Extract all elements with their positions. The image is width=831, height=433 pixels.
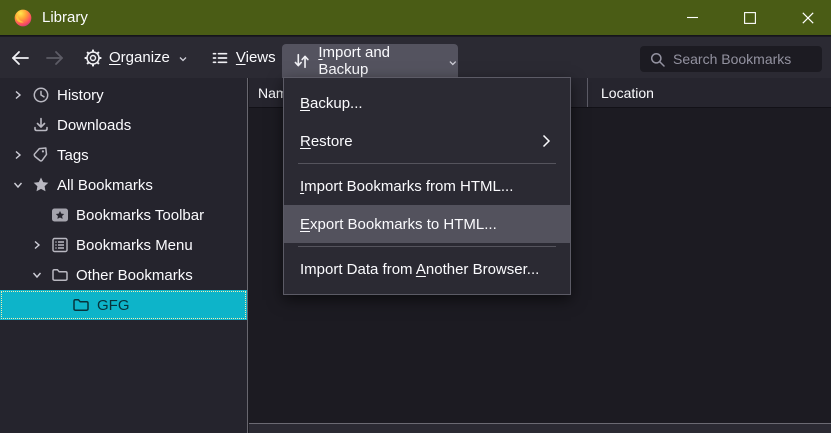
sidebar-item-downloads[interactable]: Downloads	[0, 110, 247, 140]
clock-icon	[33, 87, 49, 103]
toolbar: Organize Views Import and Backup	[0, 37, 831, 78]
menu-item-restore[interactable]: Restore	[284, 122, 570, 160]
search-icon	[650, 52, 665, 67]
expander-placeholder	[12, 119, 24, 131]
sidebar-item-label: History	[57, 86, 104, 104]
window-title: Library	[42, 9, 88, 26]
sidebar-item-label: Other Bookmarks	[76, 266, 193, 284]
firefox-logo-icon	[14, 9, 32, 26]
chevron-right-icon[interactable]	[12, 89, 24, 101]
organize-button[interactable]: Organize	[84, 49, 188, 67]
sidebar-item-history[interactable]: History	[0, 80, 247, 110]
minimize-button[interactable]	[669, 0, 715, 35]
import-and-backup-menu: Backup... Restore Import Bookmarks from …	[283, 77, 571, 295]
import-export-arrows-icon	[294, 53, 309, 69]
maximize-icon	[744, 11, 756, 24]
star-icon	[33, 177, 49, 192]
maximize-button[interactable]	[727, 0, 773, 35]
chevron-down-icon	[449, 60, 457, 65]
gear-icon	[84, 49, 102, 66]
folder-icon	[73, 299, 89, 311]
menu-item-export-bookmarks-to-html[interactable]: Export Bookmarks to HTML...	[284, 205, 570, 243]
search-input[interactable]	[673, 51, 822, 67]
close-button[interactable]	[785, 0, 831, 35]
window-controls	[669, 0, 831, 35]
sidebar-item-other-bookmarks[interactable]: Other Bookmarks	[0, 260, 247, 290]
menu-separator	[298, 246, 556, 247]
download-icon	[34, 117, 48, 132]
back-button[interactable]	[8, 46, 32, 70]
close-icon	[802, 11, 814, 24]
bookmarks-toolbar-icon	[52, 208, 68, 222]
sidebar-item-label: Bookmarks Menu	[76, 236, 193, 254]
tag-icon	[33, 147, 48, 162]
sidebar-item-bookmarks-menu[interactable]: Bookmarks Menu	[0, 230, 247, 260]
sidebar-item-label: Tags	[57, 146, 89, 164]
back-arrow-icon	[12, 50, 29, 65]
forward-arrow-icon	[46, 50, 63, 65]
titlebar: Library	[0, 0, 831, 36]
sidebar-tree: History Downloads Tags All Bookmarks Boo…	[0, 78, 248, 433]
sidebar-item-label: All Bookmarks	[57, 176, 153, 194]
forward-button[interactable]	[43, 46, 67, 70]
views-label: Views	[235, 49, 276, 66]
import-and-backup-button[interactable]: Import and Backup	[282, 44, 458, 78]
folder-icon	[52, 269, 68, 281]
sidebar-item-label: Downloads	[57, 116, 132, 134]
menu-item-backup[interactable]: Backup...	[284, 84, 570, 122]
menu-item-import-data-from-another-browser[interactable]: Import Data from Another Browser...	[284, 250, 570, 288]
sidebar-item-gfg[interactable]: GFG	[0, 290, 247, 320]
search-box	[640, 46, 822, 72]
chevron-down-icon[interactable]	[12, 179, 24, 191]
minimize-icon	[686, 16, 698, 19]
sidebar-item-label: Bookmarks Toolbar	[76, 206, 205, 224]
sidebar-item-label: GFG	[97, 296, 130, 314]
expander-placeholder	[31, 209, 43, 221]
sidebar-item-tags[interactable]: Tags	[0, 140, 247, 170]
chevron-right-icon[interactable]	[12, 149, 24, 161]
bookmarks-menu-icon	[52, 237, 68, 253]
sidebar-item-bookmarks-toolbar[interactable]: Bookmarks Toolbar	[0, 200, 247, 230]
column-header-location[interactable]: Location	[588, 78, 831, 107]
submenu-arrow-icon	[542, 134, 551, 148]
chevron-down-icon[interactable]	[31, 269, 43, 281]
sidebar-item-all-bookmarks[interactable]: All Bookmarks	[0, 170, 247, 200]
chevron-down-icon	[179, 57, 187, 62]
expander-placeholder	[52, 299, 64, 311]
menu-separator	[298, 163, 556, 164]
menu-item-import-bookmarks-from-html[interactable]: Import Bookmarks from HTML...	[284, 167, 570, 205]
list-icon	[212, 52, 228, 63]
status-bar	[249, 423, 831, 433]
import-and-backup-label: Import and Backup	[318, 44, 391, 78]
chevron-right-icon[interactable]	[31, 239, 43, 251]
organize-label: Organize	[109, 49, 170, 66]
